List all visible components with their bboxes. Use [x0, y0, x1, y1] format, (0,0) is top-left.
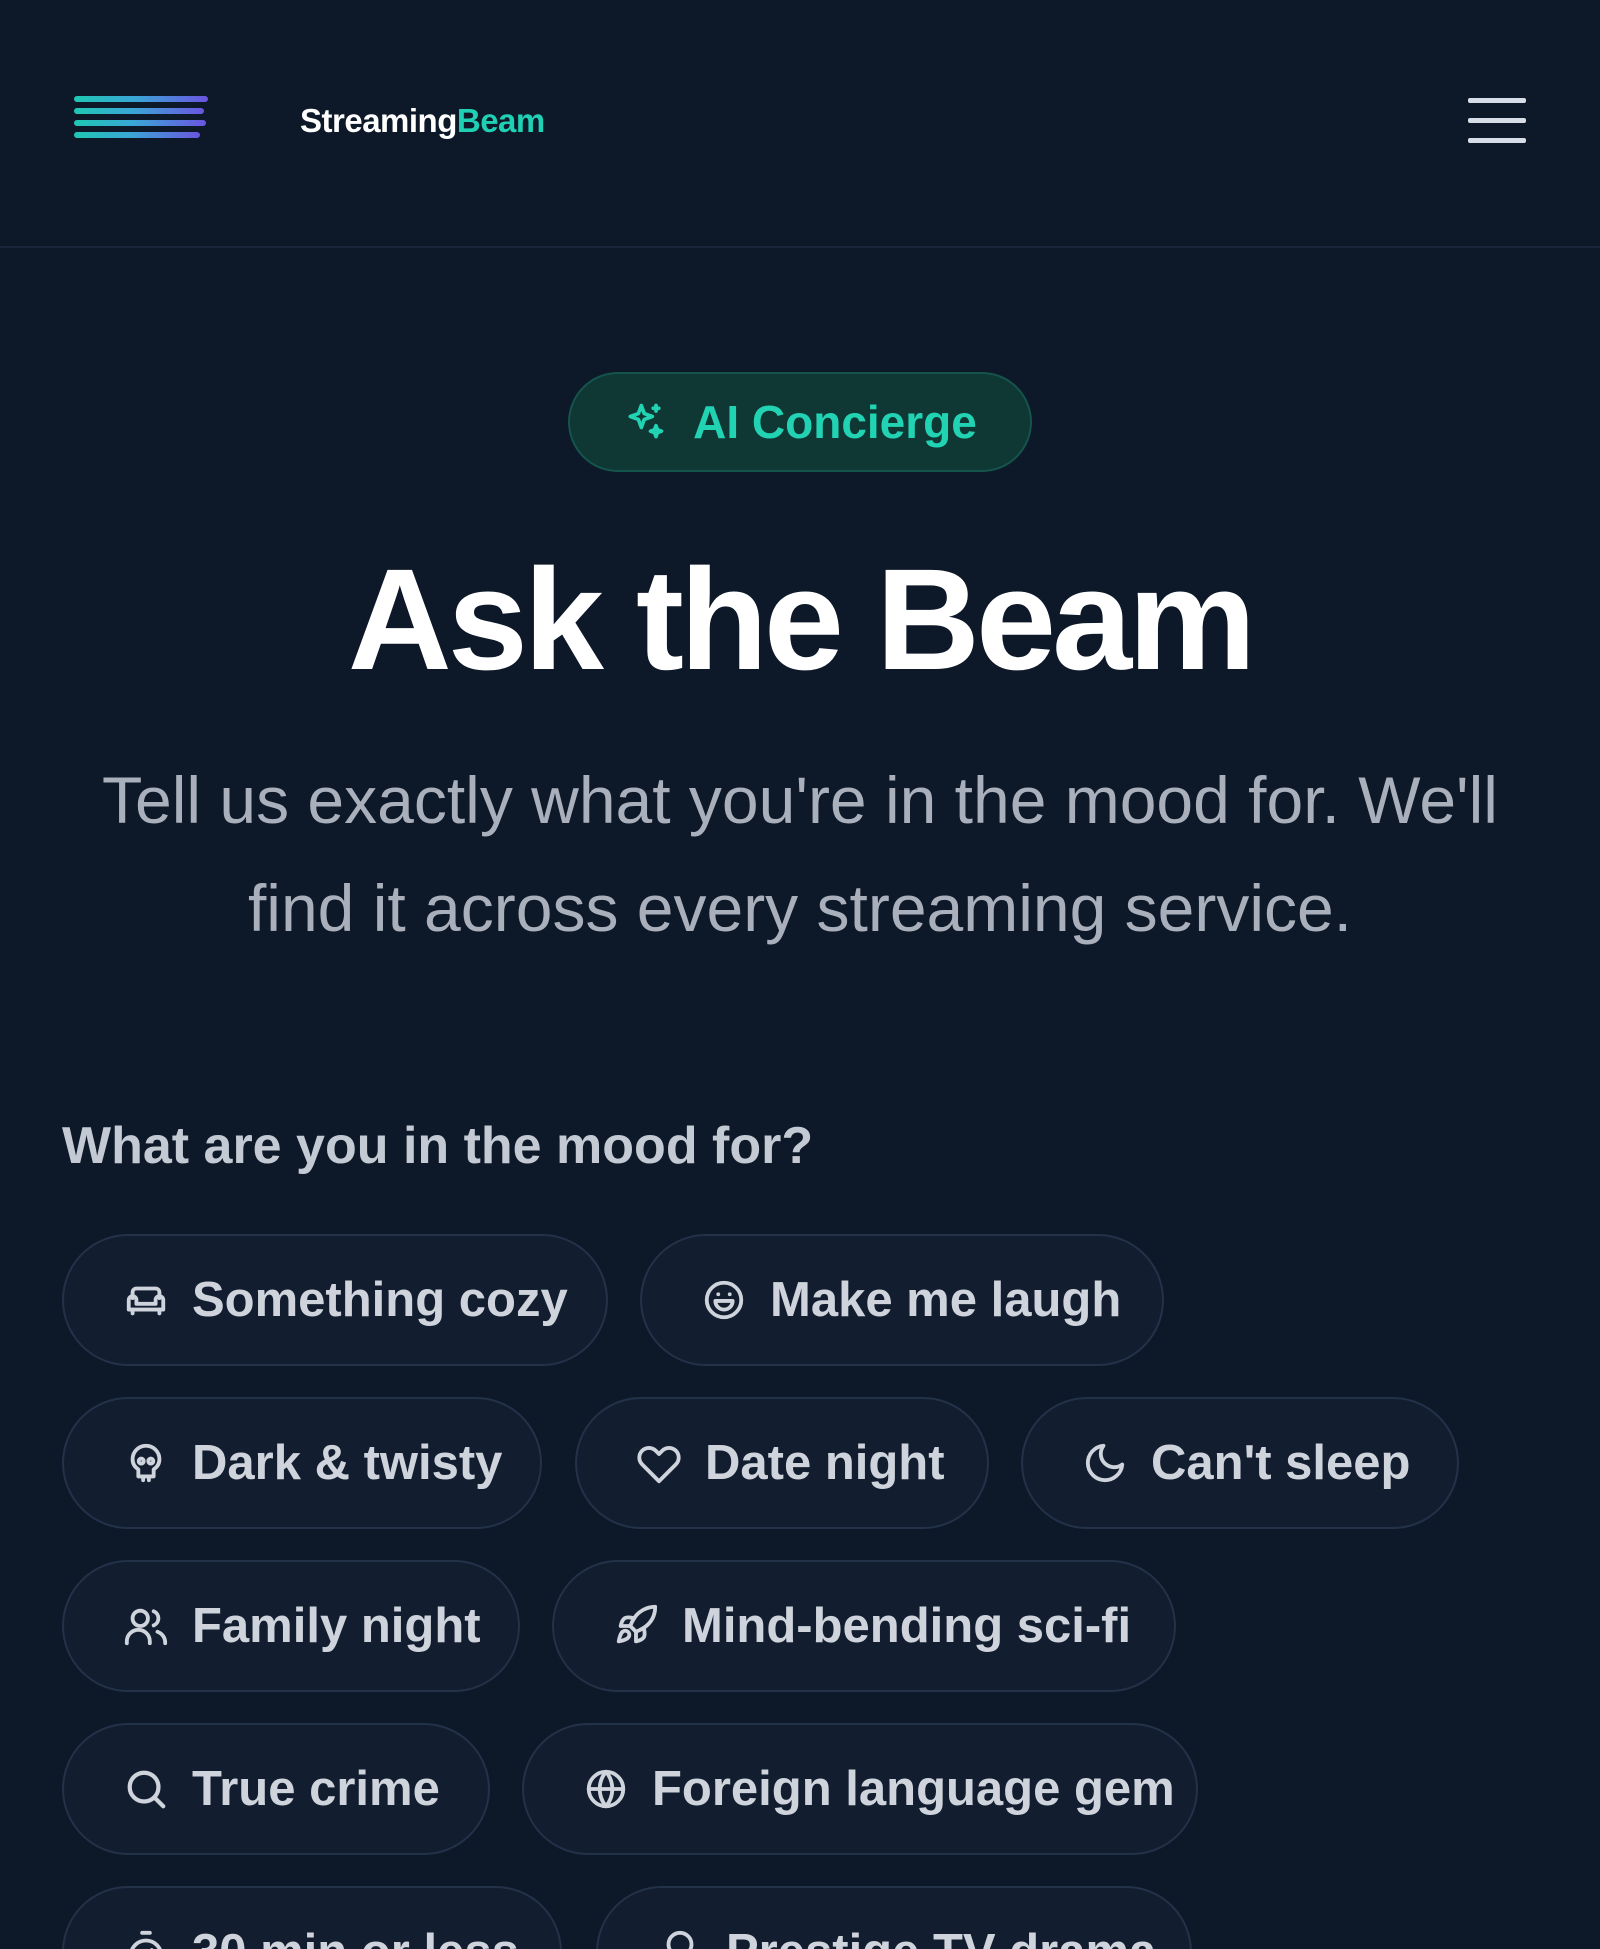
users-icon	[122, 1602, 170, 1650]
laugh-icon	[700, 1276, 748, 1324]
heart-icon	[635, 1439, 683, 1487]
chip-something-cozy[interactable]: Something cozy	[62, 1234, 608, 1366]
ai-concierge-badge: AI Concierge	[568, 372, 1032, 472]
chip-label: Prestige TV drama	[726, 1924, 1156, 1949]
chip-foreign-language-gem[interactable]: Foreign language gem	[522, 1723, 1198, 1855]
site-header: StreamingBeam	[0, 0, 1600, 248]
chip-label: Something cozy	[192, 1273, 568, 1327]
award-icon	[656, 1928, 704, 1949]
chip-30-min-or-less[interactable]: 30 min or less	[62, 1886, 562, 1949]
chip-label: Family night	[192, 1599, 481, 1653]
brand-name-part2: Beam	[456, 102, 545, 139]
page: StreamingBeam AI Concierge Ask the Beam …	[0, 0, 1600, 1949]
page-title: Ask the Beam	[347, 539, 1256, 700]
chip-label: Dark & twisty	[192, 1436, 503, 1490]
chip-label: True crime	[192, 1762, 440, 1816]
chip-label: Mind-bending sci-fi	[682, 1599, 1132, 1653]
chip-label: Foreign language gem	[652, 1762, 1175, 1816]
page-subtitle: Tell us exactly what you're in the mood …	[102, 763, 1498, 945]
chip-label: Date night	[705, 1436, 945, 1490]
timer-icon	[122, 1928, 170, 1949]
chip-dark-and-twisty[interactable]: Dark & twisty	[62, 1397, 542, 1529]
chip-family-night[interactable]: Family night	[62, 1560, 520, 1692]
rocket-icon	[612, 1602, 660, 1650]
search-icon	[122, 1765, 170, 1813]
hamburger-menu-icon[interactable]	[1466, 94, 1528, 148]
chip-label: Make me laugh	[770, 1273, 1122, 1327]
skull-icon	[122, 1439, 170, 1487]
sofa-icon	[122, 1276, 170, 1324]
logo-beam-icon	[74, 92, 208, 140]
chip-true-crime[interactable]: True crime	[62, 1723, 490, 1855]
chip-make-me-laugh[interactable]: Make me laugh	[640, 1234, 1164, 1366]
chip-cant-sleep[interactable]: Can't sleep	[1021, 1397, 1459, 1529]
chip-mind-bending-sci-fi[interactable]: Mind-bending sci-fi	[552, 1560, 1176, 1692]
globe-icon	[582, 1765, 630, 1813]
brand-logo[interactable]: StreamingBeam	[74, 92, 545, 140]
badge-label: AI Concierge	[693, 396, 977, 448]
brand-name: StreamingBeam	[300, 102, 545, 140]
sparkles-icon	[623, 400, 667, 444]
brand-name-part1: Streaming	[300, 102, 457, 139]
chip-label: 30 min or less	[192, 1924, 519, 1949]
chip-date-night[interactable]: Date night	[575, 1397, 989, 1529]
mood-heading: What are you in the mood for?	[62, 1117, 814, 1175]
chip-label: Can't sleep	[1151, 1436, 1411, 1490]
moon-icon	[1081, 1439, 1129, 1487]
chip-prestige-tv-drama[interactable]: Prestige TV drama	[596, 1886, 1192, 1949]
